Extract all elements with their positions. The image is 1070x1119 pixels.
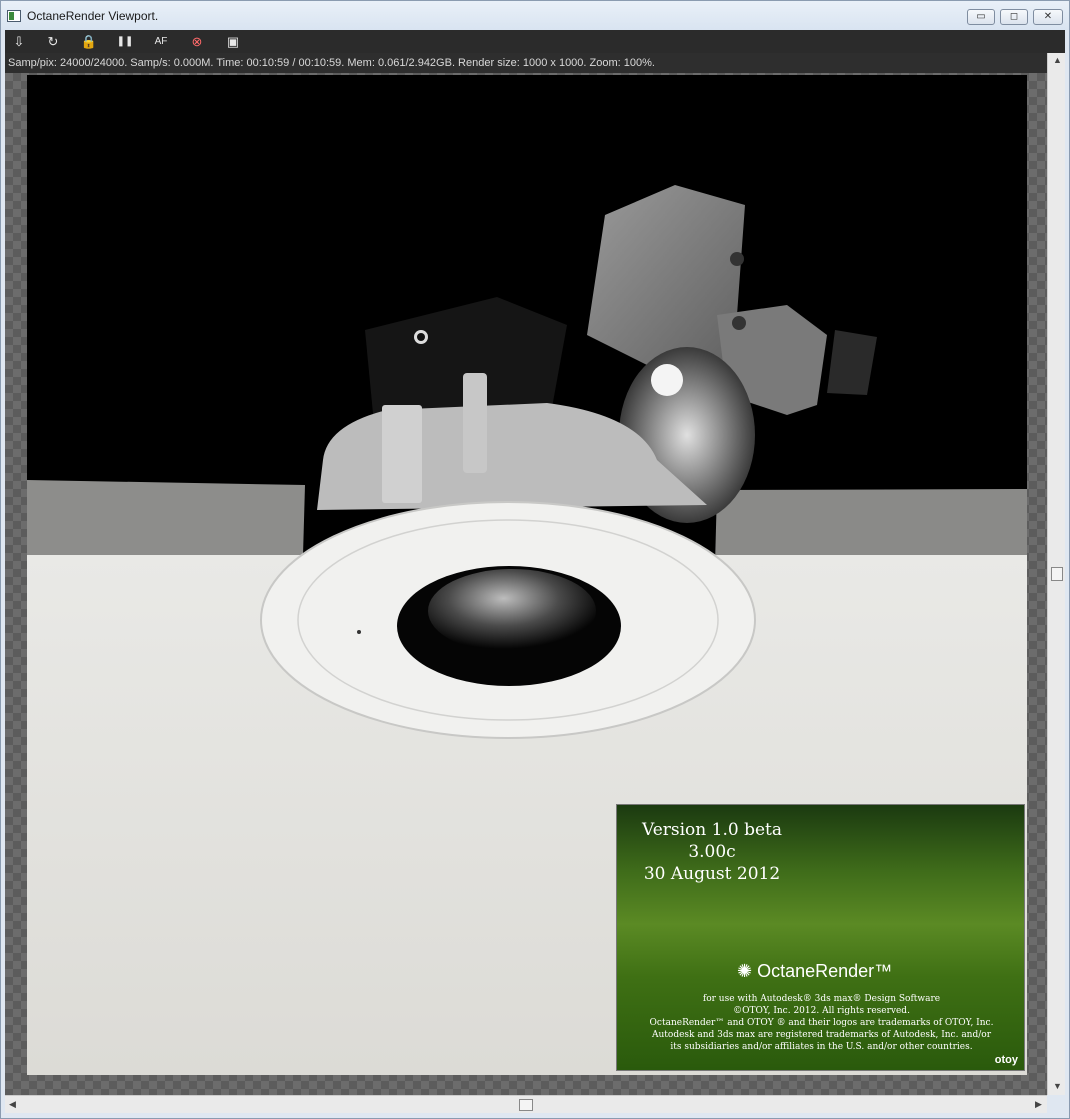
pause-icon[interactable]: ❚❚: [115, 32, 135, 51]
octane-logo-icon: ✺: [737, 961, 758, 981]
render-viewport[interactable]: Version 1.0 beta 3.00c 30 August 2012 ✺ …: [5, 73, 1047, 1095]
render-status: Samp/pix: 24000/24000. Samp/s: 0.000M. T…: [5, 53, 1047, 73]
scroll-down-icon[interactable]: ▼: [1053, 1081, 1062, 1091]
vertical-scroll-thumb[interactable]: [1051, 567, 1063, 581]
scroll-up-icon[interactable]: ▲: [1053, 55, 1062, 65]
viewport-toolbar: ⇩ ↻ 🔒 ❚❚ AF ⊗ ▣: [5, 30, 1065, 53]
display-icon[interactable]: ▣: [223, 32, 243, 51]
stop-render-icon[interactable]: ⊗: [187, 32, 207, 51]
close-button[interactable]: ✕: [1033, 9, 1063, 25]
lock-icon[interactable]: 🔒: [79, 32, 99, 51]
version-text: Version 1.0 beta 3.00c: [641, 820, 782, 862]
restart-render-icon[interactable]: ↻: [43, 32, 63, 51]
horizontal-scroll-thumb[interactable]: [519, 1099, 533, 1111]
version-date: 30 August 2012: [643, 864, 781, 884]
maximize-button[interactable]: ◻: [1000, 9, 1028, 25]
legal-notice: for use with Autodesk® 3ds max® Design S…: [649, 994, 994, 1052]
save-render-icon[interactable]: ⇩: [9, 32, 29, 51]
title-bar[interactable]: OctaneRender Viewport. ▭ ◻ ✕: [1, 1, 1069, 30]
scroll-right-icon[interactable]: ▶: [1035, 1099, 1042, 1110]
minimize-button[interactable]: ▭: [967, 9, 995, 25]
app-icon: [7, 10, 21, 22]
vertical-scrollbar[interactable]: ▲ ▼: [1047, 53, 1065, 1095]
window-title: OctaneRender Viewport.: [27, 9, 159, 23]
otoy-logo: otoy: [994, 1054, 1018, 1066]
horizontal-scrollbar[interactable]: ◀ ▶: [5, 1095, 1047, 1113]
octane-viewport-window: OctaneRender Viewport. ▭ ◻ ✕ ⇩ ↻ 🔒 ❚❚ AF…: [0, 0, 1070, 1119]
focus-picker-icon[interactable]: AF: [151, 32, 171, 51]
render-image: Version 1.0 beta 3.00c 30 August 2012 ✺ …: [27, 75, 1027, 1075]
brand-logo-text: ✺ OctaneRender™: [737, 961, 893, 981]
scroll-left-icon[interactable]: ◀: [9, 1099, 16, 1110]
about-splash-overlay: Version 1.0 beta 3.00c 30 August 2012 ✺ …: [616, 804, 1025, 1071]
